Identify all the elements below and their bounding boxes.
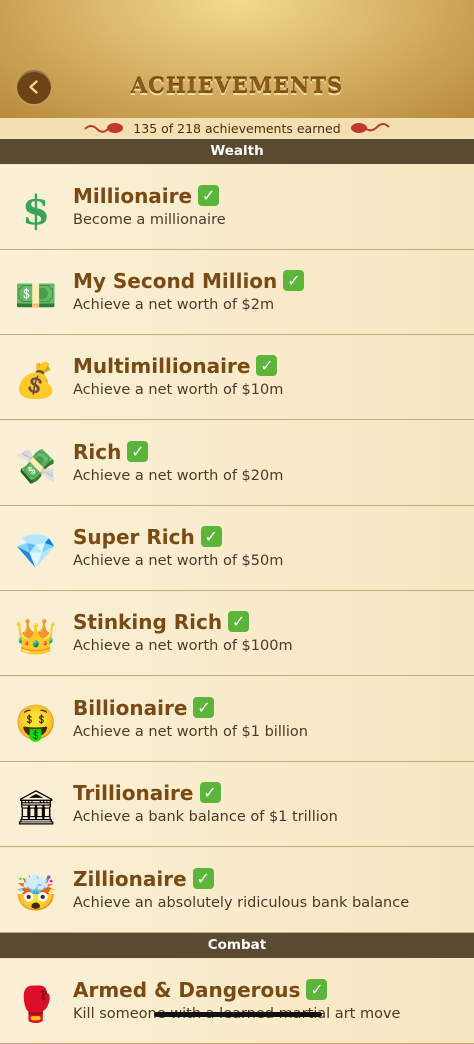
exploding-head-icon: 🤯 (14, 874, 58, 914)
achievements-earned-banner: 135 of 218 achievements earned (0, 118, 474, 138)
header-bar: ACHIEVEMENTS (0, 0, 474, 120)
achievement-title: My Second Million ✓ (73, 269, 305, 293)
checkmark-icon: ✓ (192, 868, 214, 889)
achievement-row[interactable]: 💸 Rich ✓ Achieve a net worth of $20m (0, 421, 474, 506)
achievement-title: Armed & Dangerous ✓ (73, 978, 328, 1002)
achievement-title: Millionaire ✓ (73, 184, 220, 208)
crown-icon: 👑 (14, 617, 58, 657)
achievement-row[interactable]: 💎 Super Rich ✓ Achieve a net worth of $50m (0, 506, 474, 591)
achievement-description: Achieve an absolutely ridiculous bank ba… (73, 895, 410, 911)
achievement-name: Trillionaire (73, 781, 194, 805)
achievement-name: Millionaire (73, 184, 193, 208)
checkmark-icon: ✓ (228, 611, 250, 632)
achievement-title: Zillionaire ✓ (73, 867, 214, 891)
achievement-row[interactable]: 🤑 Billionaire ✓ Achieve a net worth of $1 b… (0, 677, 474, 762)
achievement-row[interactable]: 🏛 Trillionaire ✓ Achieve a bank balance of … (0, 762, 474, 847)
achievement-name: My Second Million (73, 269, 278, 293)
achievement-title: Rich ✓ (73, 440, 149, 464)
achievement-description: Become a millionaire (73, 212, 226, 228)
achievement-row[interactable]: 🥊Armed & Dangerous✓Kill someone with a l… (0, 959, 474, 1044)
checkmark-icon: ✓ (193, 697, 215, 718)
achievement-title: Super Rich ✓ (73, 525, 222, 549)
achievement-title: Trillionaire ✓ (73, 781, 221, 805)
achievement-title: Billionaire ✓ (73, 696, 215, 720)
achievement-row[interactable]: $ Millionaire ✓ Become a millionaire (0, 165, 474, 250)
achievement-description: Achieve a net worth of $100m (73, 638, 293, 654)
checkmark-icon: ✓ (198, 185, 220, 206)
checkmark-icon: ✓ (306, 979, 328, 1000)
achievement-description: Achieve a net worth of $1 billion (73, 724, 308, 740)
section-header-wealth: Wealth (0, 139, 474, 164)
achievement-row[interactable]: 💵 My Second Million ✓ Achieve a net worth o… (0, 250, 474, 335)
achievement-row[interactable]: 🤯 Zillionaire ✓ Achieve an absolutely ridic… (0, 848, 474, 933)
achievement-description: Achieve a net worth of $2m (73, 297, 275, 313)
boxing-glove-icon: 🥊 (14, 985, 58, 1025)
achievement-row[interactable]: 💰 Multimillionaire ✓ Achieve a net worth of… (0, 335, 474, 420)
dollar-sign-icon: $ (14, 189, 58, 233)
achievement-description: Achieve a net worth of $20m (73, 468, 284, 484)
achievement-name: Super Rich (73, 525, 195, 549)
achievement-name: Billionaire (73, 696, 188, 720)
checkmark-icon: ✓ (199, 782, 221, 803)
checkmark-icon: ✓ (283, 270, 305, 291)
bank-building-icon: 🏛 (14, 788, 58, 828)
section-header-combat: Combat (0, 933, 474, 958)
page-title: ACHIEVEMENTS (130, 73, 344, 98)
achievement-name: Zillionaire (73, 867, 187, 891)
achievement-description: Achieve a net worth of $50m (73, 553, 284, 569)
banknote-icon: 💵 (14, 276, 58, 316)
achievement-name: Stinking Rich (73, 610, 223, 634)
earned-count-text: 135 of 218 achievements earned (133, 120, 341, 136)
money-with-wings-icon: 💸 (14, 447, 58, 487)
achievement-description: Achieve a bank balance of $1 trillion (73, 809, 338, 825)
achievement-title: Multimillionaire ✓ (73, 354, 278, 378)
checkmark-icon: ✓ (200, 526, 222, 547)
achievement-name: Armed & Dangerous (73, 978, 301, 1002)
sperm-icon (350, 123, 390, 133)
home-indicator (154, 1012, 322, 1017)
achievement-name: Multimillionaire (73, 354, 251, 378)
checkmark-icon: ✓ (256, 355, 278, 376)
achievement-row[interactable]: 👑 Stinking Rich ✓ Achieve a net worth of $1… (0, 591, 474, 676)
sperm-icon (84, 123, 124, 133)
gem-icon: 💎 (14, 532, 58, 572)
money-bag-icon: 💰 (14, 361, 58, 401)
achievement-description: Achieve a net worth of $10m (73, 382, 284, 398)
achievement-title: Stinking Rich ✓ (73, 610, 250, 634)
checkmark-icon: ✓ (127, 441, 149, 462)
dollar-glyph: $ (22, 187, 50, 234)
money-mouth-face-icon: 🤑 (14, 703, 58, 743)
achievement-name: Rich (73, 440, 122, 464)
